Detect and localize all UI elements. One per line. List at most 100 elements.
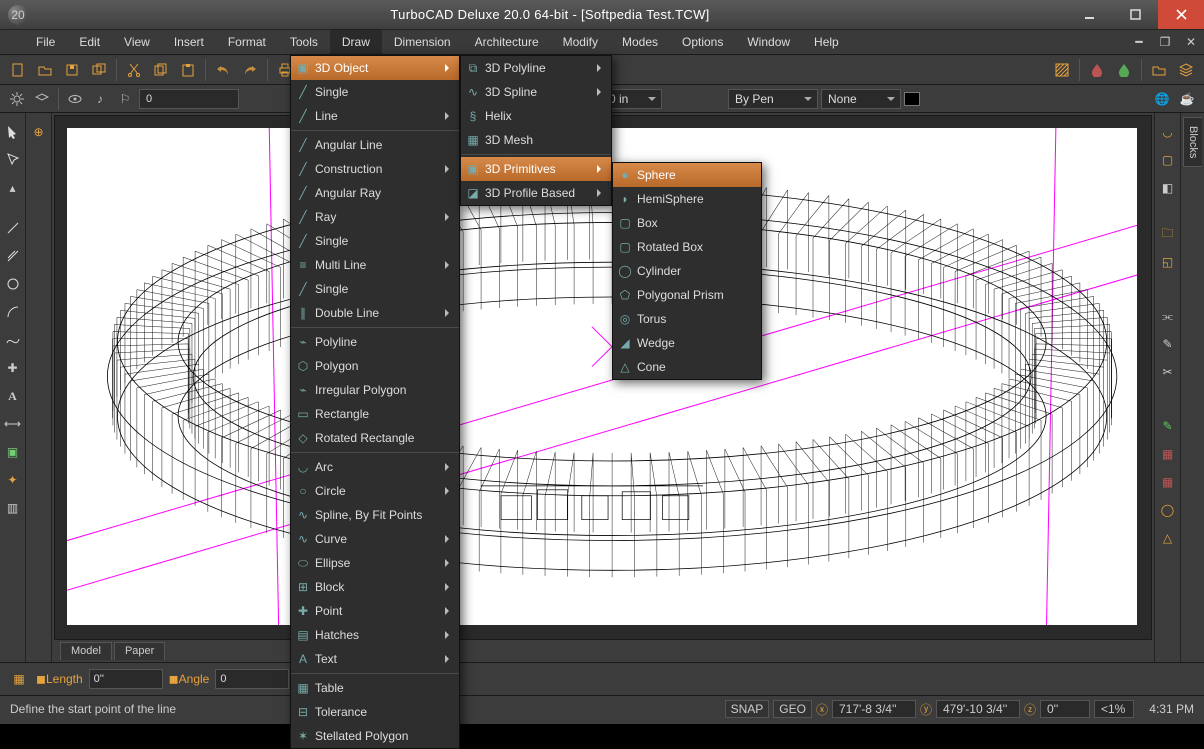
r-circle-icon[interactable]: ◯ [1157, 499, 1179, 521]
minimize-button[interactable] [1066, 0, 1112, 29]
draw-item-table[interactable]: ▦Table [291, 676, 459, 700]
3d-tool-icon[interactable]: ▣ [2, 441, 24, 463]
flag-icon[interactable]: ⚐ [114, 88, 136, 110]
r-editpoly-icon[interactable]: ✎ [1157, 415, 1179, 437]
menu-file[interactable]: File [24, 30, 67, 54]
draw-item-line[interactable]: ╱Line [291, 104, 459, 128]
draw-item-single[interactable]: ╱Single [291, 277, 459, 301]
origin-icon[interactable]: ⊕ [28, 121, 50, 143]
menu-options[interactable]: Options [670, 30, 735, 54]
hatch-combo[interactable]: None [821, 89, 901, 109]
obj3d-item-3d-profile-based[interactable]: ◪3D Profile Based [461, 181, 611, 205]
mdi-restore-icon[interactable]: ❐ [1152, 30, 1178, 54]
inspector-table-icon[interactable]: ▦ [8, 668, 30, 690]
draw-item-curve[interactable]: ∿Curve [291, 527, 459, 551]
menu-view[interactable]: View [112, 30, 162, 54]
prim-item-rotated-box[interactable]: ▢Rotated Box [613, 235, 761, 259]
r-join-icon[interactable]: ⫘ [1157, 305, 1179, 327]
select2-tool-icon[interactable] [2, 149, 24, 171]
menu-help[interactable]: Help [802, 30, 851, 54]
mdi-close-icon[interactable]: ✕ [1178, 30, 1204, 54]
wall-tool-icon[interactable]: ▥ [2, 497, 24, 519]
draw-item-multi-line[interactable]: ≡Multi Line [291, 253, 459, 277]
menu-dimension[interactable]: Dimension [382, 30, 463, 54]
r-door-icon[interactable]: ◧ [1157, 177, 1179, 199]
saveas-icon[interactable] [87, 58, 111, 82]
draw-item-point[interactable]: ✚Point [291, 599, 459, 623]
hatch-icon[interactable] [1050, 58, 1074, 82]
prim-item-cylinder[interactable]: ◯Cylinder [613, 259, 761, 283]
draw-item-irregular-polygon[interactable]: ⌁Irregular Polygon [291, 378, 459, 402]
obj3d-item-helix[interactable]: §Helix [461, 104, 611, 128]
layer-icon[interactable] [1174, 58, 1198, 82]
drop-green-icon[interactable] [1112, 58, 1136, 82]
prim-item-wedge[interactable]: ◢Wedge [613, 331, 761, 355]
open-icon[interactable] [33, 58, 57, 82]
prim-item-polygonal-prism[interactable]: ⬠Polygonal Prism [613, 283, 761, 307]
world-icon[interactable]: 🌐 [1151, 88, 1173, 110]
draw-item-single[interactable]: ╱Single [291, 229, 459, 253]
draw-item-angular-ray[interactable]: ╱Angular Ray [291, 181, 459, 205]
draw-item-stellated-polygon[interactable]: ✶Stellated Polygon [291, 724, 459, 748]
draw-item-tolerance[interactable]: ⊟Tolerance [291, 700, 459, 724]
axis-tool-icon[interactable]: ✦ [2, 469, 24, 491]
draw-item-polygon[interactable]: ⬡Polygon [291, 354, 459, 378]
layers-icon[interactable] [31, 88, 53, 110]
gear-icon[interactable] [6, 88, 28, 110]
cut-icon[interactable] [122, 58, 146, 82]
r-layer-icon[interactable]: ◱ [1157, 251, 1179, 273]
draw-item-angular-line[interactable]: ╱Angular Line [291, 133, 459, 157]
dline-tool-icon[interactable] [2, 245, 24, 267]
draw-item-rotated-rectangle[interactable]: ◇Rotated Rectangle [291, 426, 459, 450]
save-icon[interactable] [60, 58, 84, 82]
text-tool-icon[interactable]: A [2, 385, 24, 407]
r-folder-icon[interactable]: 🗀 [1157, 223, 1179, 245]
r-arc-icon[interactable]: ◡ [1157, 121, 1179, 143]
paste-icon[interactable] [176, 58, 200, 82]
tab-paper[interactable]: Paper [114, 642, 165, 660]
point-tool-icon[interactable]: ✚ [2, 357, 24, 379]
drop-red-icon[interactable] [1085, 58, 1109, 82]
undo-icon[interactable] [211, 58, 235, 82]
menu-insert[interactable]: Insert [162, 30, 216, 54]
draw-item-circle[interactable]: ○Circle [291, 479, 459, 503]
draw-item-arc[interactable]: ◡Arc [291, 455, 459, 479]
draw-item-block[interactable]: ⊞Block [291, 575, 459, 599]
tab-blocks[interactable]: Blocks [1183, 117, 1202, 167]
r-edit-icon[interactable]: ✎ [1157, 333, 1179, 355]
menu-architecture[interactable]: Architecture [463, 30, 551, 54]
prim-item-cone[interactable]: △Cone [613, 355, 761, 379]
line-tool-icon[interactable] [2, 217, 24, 239]
eye-icon[interactable] [64, 88, 86, 110]
maximize-button[interactable] [1112, 0, 1158, 29]
menu-draw[interactable]: Draw [330, 30, 382, 54]
prim-item-hemisphere[interactable]: ◗HemiSphere [613, 187, 761, 211]
copy-icon[interactable] [149, 58, 173, 82]
menu-modes[interactable]: Modes [610, 30, 670, 54]
draw-item-construction[interactable]: ╱Construction [291, 157, 459, 181]
folder2-icon[interactable] [1147, 58, 1171, 82]
draw-item-rectangle[interactable]: ▭Rectangle [291, 402, 459, 426]
draw-item-3d-object[interactable]: ▣3D Object [291, 56, 459, 80]
r-box-icon[interactable]: ▢ [1157, 149, 1179, 171]
bypen-combo[interactable]: By Pen [728, 89, 818, 109]
angle-field[interactable] [215, 669, 289, 689]
menu-modify[interactable]: Modify [551, 30, 610, 54]
prim-item-box[interactable]: ▢Box [613, 211, 761, 235]
length-field[interactable] [89, 669, 163, 689]
obj3d-item-3d-primitives[interactable]: ▣3D Primitives [461, 157, 611, 181]
mdi-minimize-icon[interactable]: ━ [1126, 30, 1152, 54]
geo-toggle[interactable]: GEO [773, 700, 812, 718]
obj3d-item-3d-polyline[interactable]: ⧉3D Polyline [461, 56, 611, 80]
note-icon[interactable]: ♪ [89, 88, 111, 110]
r-tri-icon[interactable]: △ [1157, 527, 1179, 549]
new-icon[interactable] [6, 58, 30, 82]
pick-tool-icon[interactable]: ▴ [2, 177, 24, 199]
snap-toggle[interactable]: SNAP [725, 700, 770, 718]
r-trim-icon[interactable]: ✂ [1157, 361, 1179, 383]
draw-item-polyline[interactable]: ⌁Polyline [291, 330, 459, 354]
r-grid-icon[interactable]: ▦ [1157, 443, 1179, 465]
r-grid2-icon[interactable]: ▦ [1157, 471, 1179, 493]
menu-window[interactable]: Window [735, 30, 802, 54]
draw-item-single[interactable]: ╱Single [291, 80, 459, 104]
